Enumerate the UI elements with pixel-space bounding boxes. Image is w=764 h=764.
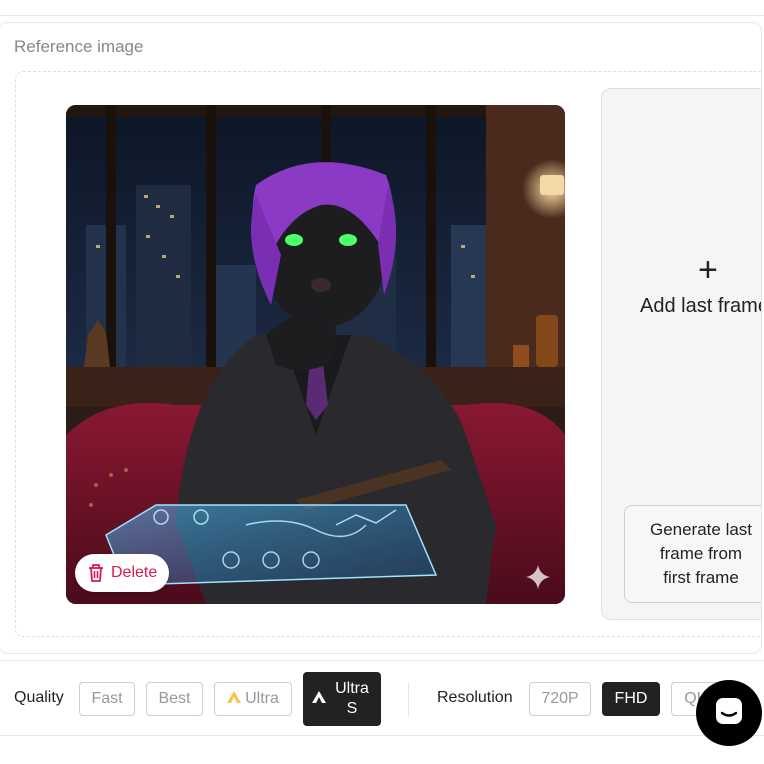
quality-fast-button[interactable]: Fast <box>79 682 135 716</box>
delete-label: Delete <box>111 564 158 581</box>
sparkle-icon <box>525 564 551 590</box>
ultra-s-label: Ultra S <box>335 680 369 717</box>
add-last-frame-label: Add last frame <box>640 295 762 317</box>
add-last-frame-card[interactable]: + Add last frame Generate last frame fro… <box>601 88 762 620</box>
panther-illustration <box>66 105 565 604</box>
top-divider <box>0 0 764 16</box>
generate-line-3: first frame <box>663 568 739 587</box>
quality-ultra-s-button[interactable]: Ultra S <box>303 672 381 726</box>
ultra-icon <box>227 690 242 708</box>
ultra-label: Ultra <box>245 690 279 707</box>
plus-icon: + <box>698 251 718 289</box>
resolution-720p-button[interactable]: 720P <box>529 682 591 716</box>
trash-icon <box>87 563 105 583</box>
generate-line-1: Generate last <box>649 520 753 539</box>
generate-line-2: frame from <box>659 544 743 563</box>
reference-image[interactable]: Delete <box>66 105 565 604</box>
resolution-fhd-button[interactable]: FHD <box>602 682 660 716</box>
settings-toolbar: Quality Fast Best Ultra Ultra S Resoluti… <box>0 660 764 736</box>
quality-label: Quality <box>14 689 64 706</box>
quality-ultra-button[interactable]: Ultra <box>214 682 292 716</box>
reference-drop-zone[interactable]: Delete + Add last frame Generate last fr… <box>15 71 762 637</box>
chat-launcher-button[interactable] <box>696 680 762 746</box>
resolution-label: Resolution <box>437 689 513 706</box>
delete-button[interactable]: Delete <box>75 554 170 592</box>
panel-title: Reference image <box>14 37 144 56</box>
quality-best-button[interactable]: Best <box>146 682 203 716</box>
toolbar-divider <box>408 682 409 716</box>
generate-last-frame-button[interactable]: Generate last frame from first frame <box>624 505 761 603</box>
chat-icon <box>713 695 745 732</box>
ultra-s-icon <box>312 690 326 708</box>
reference-panel: Reference image Delete + Add last frame … <box>0 22 762 654</box>
